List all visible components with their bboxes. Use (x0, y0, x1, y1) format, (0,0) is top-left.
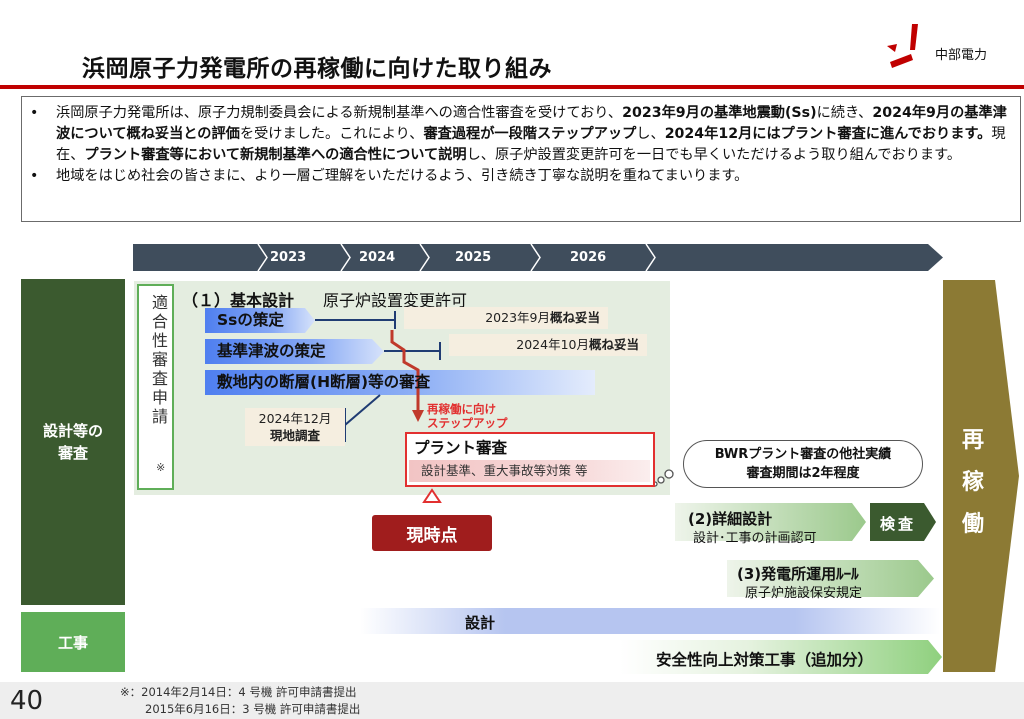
plant-review-subtitle: 設計基準、重大事故等対策 等 (409, 460, 650, 482)
intro-segment: 2023年9月の基準地震動(Ss) (622, 105, 817, 121)
plant-review-title: プラント審査 (414, 439, 508, 457)
application-note-mark: ※ (156, 461, 166, 474)
construction-design-bar (360, 608, 940, 634)
intro-bullet-2: 地域をはじめ社会の皆さまに、より一層ご理解をいただけるよう、引き続き丁寧な説明を… (30, 166, 1008, 187)
intro-segment: 2024年12月にはプラント審査に進んでおります。 (664, 126, 992, 142)
note-site-survey: 2024年12月 現地調査 (245, 408, 345, 446)
title-underline (0, 85, 1024, 89)
intro-segment: し、原子炉設置変更許可を一日でも早くいただけるよう取り組んでおります。 (466, 147, 962, 163)
page-number: 40 (10, 686, 44, 716)
intro-segment: 浜岡原子力発電所は、原子力規制委員会による新規制基準への適合性審査を受けており、 (56, 105, 623, 121)
bar-fault-review: 敷地内の断層(H断層)等の審査 (217, 373, 431, 391)
operation-rules-subtitle: 原子炉施設保安規定 (745, 586, 863, 601)
construction-design-label: 設計 (465, 614, 496, 632)
timeline-arrow (133, 244, 943, 271)
application-label: 適合性審査申請 (149, 294, 168, 427)
restart-label: 再稼働 (958, 420, 988, 546)
bar-tsunami-design: 基準津波の策定 (217, 342, 326, 360)
now-marker: 現時点 (372, 515, 492, 551)
year-2023: 2023 (270, 250, 307, 265)
restart-char: 稼 (961, 470, 984, 495)
note-tsunami: 2024年10月概ね妥当 (449, 334, 647, 356)
restart-char: 働 (961, 512, 984, 537)
year-2026: 2026 (570, 250, 607, 265)
footnote-2: 2015年6月16日：3 号機 許可申請書提出 (145, 702, 361, 716)
intro-segment: を受けました。これにより、 (239, 126, 424, 142)
label-construction: 工事 (21, 612, 125, 672)
page-title: 浜岡原子力発電所の再稼働に向けた取り組み (82, 56, 552, 82)
detail-design-subtitle: 設計･工事の計画認可 (693, 531, 817, 546)
year-2025: 2025 (455, 250, 492, 265)
detail-design-title: (2)詳細設計 (688, 510, 773, 528)
note-ss: 2023年9月概ね妥当 (404, 307, 608, 329)
operation-rules-title: (3)発電所運用ﾙｰﾙ (737, 565, 859, 583)
label-design-review: 設計等の 審査 (21, 279, 125, 605)
intro-box: 浜岡原子力発電所は、原子力規制委員会による新規制基準への適合性審査を受けており、… (21, 96, 1021, 222)
restart-char: 再 (961, 428, 984, 453)
intro-segment: 審査過程が一段階ステップアップ (423, 126, 637, 142)
safety-works-label: 安全性向上対策工事（追加分） (656, 651, 874, 669)
bar-ss-design: Ssの策定 (217, 311, 284, 329)
intro-segment: し、 (636, 126, 665, 142)
footnote-1: ※：2014年2月14日：4 号機 許可申請書提出 (120, 685, 357, 699)
logo-text: 中部電力 (935, 48, 988, 63)
step-up-label: 再稼働に向け ステップアップ (427, 402, 508, 430)
year-2024: 2024 (359, 250, 396, 265)
intro-segment: に続き、 (816, 105, 873, 121)
intro-bullet-1: 浜岡原子力発電所は、原子力規制委員会による新規制基準への適合性審査を受けており、… (30, 103, 1008, 166)
intro-segment: プラント審査等において新規制基準への適合性について説明 (84, 147, 467, 163)
inspection-label: 検査 (879, 515, 916, 533)
bwr-bubble: BWRプラント審査の他社実績 審査期間は2年程度 (683, 440, 923, 488)
